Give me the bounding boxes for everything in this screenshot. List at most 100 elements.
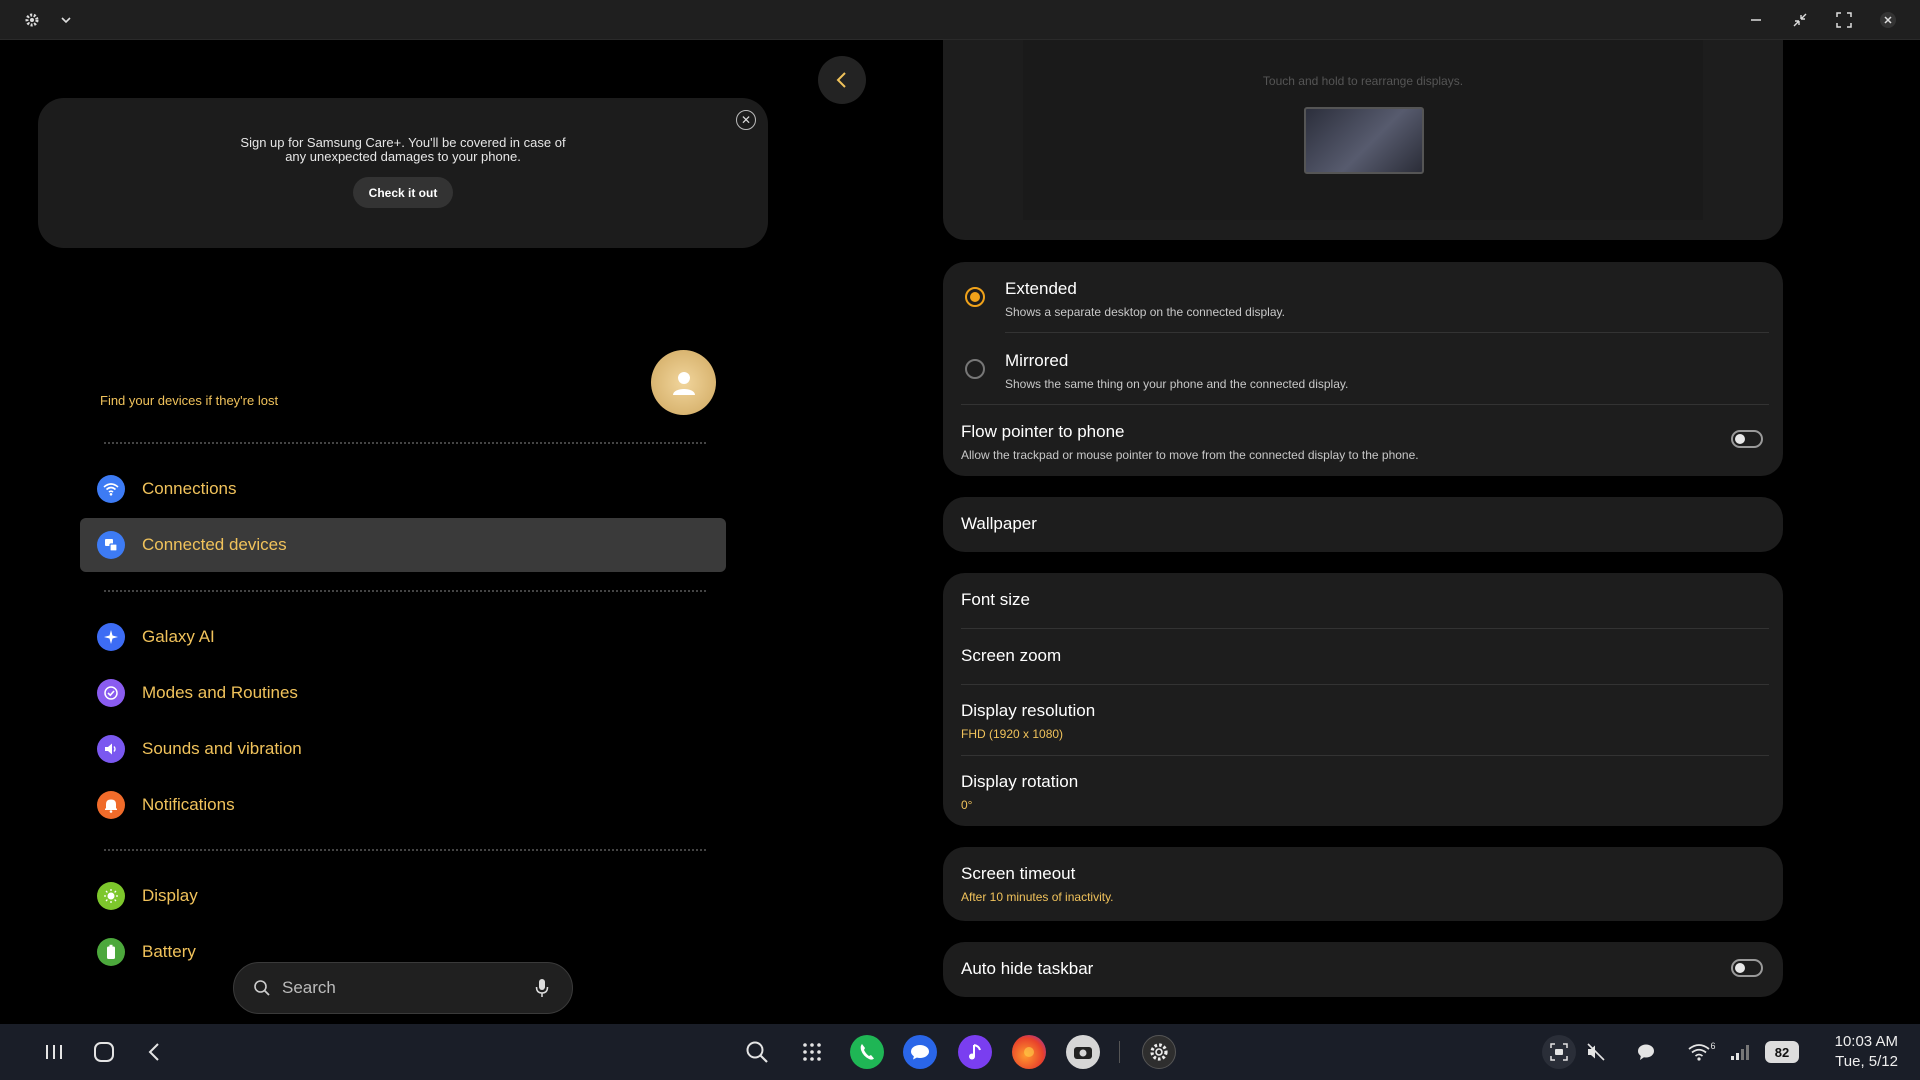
chevron-left-icon [836, 72, 846, 88]
display-resolution-row[interactable]: Display resolution FHD (1920 x 1080) [961, 701, 1765, 741]
mirrored-description: Shows the same thing on your phone and t… [1005, 377, 1349, 391]
window-titlebar [0, 0, 1920, 40]
divider [961, 628, 1769, 629]
sidebar-item-galaxy-ai[interactable]: Galaxy AI [80, 610, 726, 664]
display-resolution-value: FHD (1920 x 1080) [961, 727, 1064, 741]
home-icon[interactable] [90, 1037, 118, 1067]
music-app-icon[interactable] [958, 1035, 992, 1069]
taskbar: 6 82 10:03 AM Tue, 5/12 [0, 1024, 1920, 1080]
sidebar-item-label: Notifications [142, 795, 235, 814]
care-message: Sign up for Samsung Care+. You'll be cov… [240, 135, 566, 164]
divider [961, 684, 1769, 685]
minimize-icon[interactable] [1744, 8, 1768, 32]
display-rotation-row[interactable]: Display rotation 0° [961, 772, 1765, 812]
wifi-badge: 6 [1710, 1041, 1716, 1051]
devices-icon [97, 531, 125, 559]
sidebar-item-label: Display [142, 886, 198, 905]
sidebar-item-label: Sounds and vibration [142, 739, 302, 758]
back-button[interactable] [818, 56, 866, 104]
flow-pointer-row[interactable]: Flow pointer to phone Allow the trackpad… [961, 422, 1693, 462]
flow-pointer-toggle[interactable] [1731, 430, 1763, 448]
preview-hint: Touch and hold to rearrange displays. [1262, 74, 1464, 88]
sidebar-item-notifications[interactable]: Notifications [80, 778, 726, 832]
find-devices-link[interactable]: Find your devices if they're lost [100, 393, 278, 408]
sidebar-item-label: Connections [142, 479, 237, 498]
settings-app-icon[interactable] [1142, 1035, 1176, 1069]
restore-icon[interactable] [1788, 8, 1812, 32]
wifi-status-icon[interactable]: 6 [1686, 1037, 1718, 1067]
divider [961, 755, 1769, 756]
time: 10:03 AM [1834, 1033, 1898, 1050]
settings-gear-icon[interactable] [20, 8, 44, 32]
search-input[interactable]: Search [233, 962, 573, 1014]
screen-timeout-card[interactable]: Screen timeout After 10 minutes of inact… [943, 847, 1783, 921]
divider [1005, 332, 1769, 333]
sidebar-item-connected-devices[interactable]: Connected devices [80, 518, 726, 572]
sidebar-item-label: Connected devices [142, 535, 287, 554]
recent-apps-icon[interactable] [40, 1037, 68, 1067]
mirrored-radio[interactable] [965, 359, 985, 379]
display-options-card: Font size Screen zoom Display resolution… [943, 573, 1783, 826]
person-icon [672, 371, 695, 395]
phone-app-icon[interactable] [850, 1035, 884, 1069]
screen-zoom-title: Screen zoom [961, 646, 1062, 665]
extended-option[interactable]: Extended Shows a separate desktop on the… [1005, 279, 1765, 319]
extended-title: Extended [1005, 279, 1077, 298]
mirrored-option[interactable]: Mirrored Shows the same thing on your ph… [1005, 351, 1765, 391]
divider [961, 404, 1769, 405]
back-nav-icon[interactable] [142, 1037, 166, 1067]
search-icon [252, 978, 272, 998]
extended-description: Shows a separate desktop on the connecte… [1005, 305, 1285, 319]
screen-zoom-row[interactable]: Screen zoom [961, 646, 1765, 666]
microphone-icon[interactable] [534, 978, 550, 998]
app-drawer-icon[interactable] [797, 1037, 827, 1067]
camera-app-icon[interactable] [1066, 1035, 1100, 1069]
sidebar-item-label: Galaxy AI [142, 627, 215, 646]
speaker-icon [97, 735, 125, 763]
check-it-out-button[interactable]: Check it out [353, 177, 453, 208]
sidebar-item-sounds-and-vibration[interactable]: Sounds and vibration [80, 722, 726, 776]
avatar[interactable] [651, 350, 716, 415]
sun-icon [97, 882, 125, 910]
wifi-icon [97, 475, 125, 503]
chevron-down-icon[interactable] [54, 8, 78, 32]
firefox-app-icon[interactable] [1012, 1035, 1046, 1069]
sparkle-icon [97, 623, 125, 651]
fullscreen-icon[interactable] [1832, 8, 1856, 32]
sidebar-item-label: Battery [142, 942, 196, 961]
close-window-icon[interactable] [1876, 8, 1900, 32]
screen-timeout-value: After 10 minutes of inactivity. [961, 890, 1114, 904]
auto-hide-taskbar-title: Auto hide taskbar [961, 959, 1094, 978]
font-size-title: Font size [961, 590, 1030, 609]
search-icon[interactable] [742, 1037, 772, 1067]
wallpaper-title: Wallpaper [961, 514, 1037, 533]
messages-app-icon[interactable] [903, 1035, 937, 1069]
samsung-care-card: ✕ Sign up for Samsung Care+. You'll be c… [38, 98, 768, 248]
display-rotation-title: Display rotation [961, 772, 1079, 791]
auto-hide-taskbar-card[interactable]: Auto hide taskbar [943, 942, 1783, 997]
divider [104, 849, 706, 851]
battery-icon [97, 938, 125, 966]
auto-hide-taskbar-toggle[interactable] [1731, 959, 1763, 977]
sidebar-item-display[interactable]: Display [80, 869, 726, 923]
chat-bubble-icon[interactable] [1634, 1037, 1658, 1067]
mute-icon[interactable] [1584, 1037, 1608, 1067]
check-circle-icon [97, 679, 125, 707]
mirrored-title: Mirrored [1005, 351, 1069, 370]
date: Tue, 5/12 [1835, 1053, 1898, 1070]
clock[interactable]: 10:03 AM Tue, 5/12 [1835, 1032, 1898, 1072]
sidebar-item-modes-and-routines[interactable]: Modes and Routines [80, 666, 726, 720]
search-placeholder: Search [282, 978, 336, 997]
flow-pointer-title: Flow pointer to phone [961, 422, 1125, 441]
bell-icon [97, 791, 125, 819]
extended-radio[interactable] [965, 287, 985, 307]
wallpaper-card[interactable]: Wallpaper [943, 497, 1783, 552]
sidebar-item-connections[interactable]: Connections [80, 462, 726, 516]
flow-pointer-description: Allow the trackpad or mouse pointer to m… [961, 448, 1419, 462]
screenshot-icon[interactable] [1542, 1035, 1576, 1069]
signal-icon [1728, 1037, 1752, 1067]
battery-level[interactable]: 82 [1765, 1041, 1799, 1063]
close-icon[interactable]: ✕ [736, 110, 756, 130]
font-size-row[interactable]: Font size [961, 590, 1765, 610]
connected-display-thumbnail[interactable] [1304, 107, 1424, 174]
